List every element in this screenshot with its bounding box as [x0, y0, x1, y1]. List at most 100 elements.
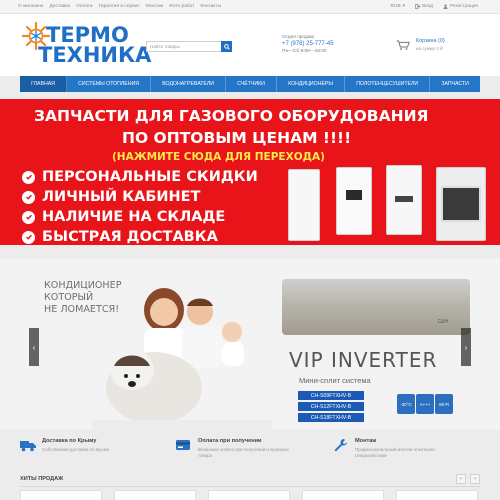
- wifi-badge: Wi-Fi: [435, 394, 453, 414]
- nav-item-water-heaters[interactable]: ВОДОНАГРЕВАТЕЛИ: [151, 76, 227, 92]
- nav-item-heating[interactable]: СИСТЕМЫ ОТОПЛЕНИЯ: [67, 76, 152, 92]
- promo-banner[interactable]: ЗАПЧАСТИ ДЛЯ ГАЗОВОГО ОБОРУДОВАНИЯ ПО ОП…: [0, 99, 500, 245]
- slider-prev-button[interactable]: ‹: [29, 328, 39, 366]
- promo-bullet: БЫСТРАЯ ДОСТАВКА: [22, 227, 258, 245]
- bestsellers-section: ХИТЫ ПРОДАЖ ‹ ›: [20, 474, 480, 500]
- card-icon: [176, 440, 190, 450]
- product-card[interactable]: [302, 490, 384, 500]
- cart-title: Корзина (0): [416, 38, 445, 44]
- water-heater-image: [336, 167, 372, 235]
- check-icon: [22, 170, 35, 184]
- family-with-dog-image: [92, 288, 272, 430]
- topbar-link-installation[interactable]: Монтаж: [146, 4, 163, 9]
- check-icon: [22, 210, 35, 224]
- hero-slider[interactable]: КОНДИЦИОНЕР КОТОРЫЙ НЕ ЛОМАЕТСЯ! C&H VIP…: [0, 258, 500, 430]
- topbar-link-photos[interactable]: Фото работ: [169, 4, 194, 9]
- phone-link[interactable]: +7 (978) 25-777-45: [282, 41, 334, 48]
- topbar-account: RUB ▾ Вход Регистрация: [391, 4, 478, 9]
- promo-cta[interactable]: (НАЖМИТЕ СЮДА ДЛЯ ПЕРЕХОДА): [112, 151, 325, 163]
- wrench-icon: [334, 439, 347, 452]
- nav-item-towel-dryers[interactable]: ПОЛОТЕНЦЕСУШИТЕЛИ: [345, 76, 431, 92]
- promo-headline-2: ПО ОПТОВЫМ ЦЕНАМ !!!!: [122, 129, 352, 147]
- energy-badge: A+++: [416, 394, 434, 414]
- check-icon: [22, 230, 35, 244]
- sales-contact: Отдел продаж: +7 (978) 25-777-45 Пн—Сб 9…: [282, 34, 334, 55]
- login-link[interactable]: Вход: [415, 4, 433, 9]
- logo[interactable]: ТЕРМО ТЕХНИКА: [20, 20, 151, 74]
- promo-bullet-label: БЫСТРАЯ ДОСТАВКА: [42, 229, 218, 245]
- feature-description: Собственная доставка по Крыму: [42, 447, 109, 453]
- topbar-links: О магазине Доставка Оплата Гарантия и се…: [18, 4, 221, 9]
- model-button[interactable]: CH-S18FTXHV-B: [298, 413, 364, 422]
- search-placeholder: Найти товары: [150, 44, 180, 49]
- bestsellers-next-button[interactable]: ›: [470, 474, 480, 484]
- search-input[interactable]: Найти товары: [146, 41, 232, 52]
- floor-boiler-image: [288, 169, 320, 241]
- register-link[interactable]: Регистрация: [443, 4, 478, 9]
- feature-title: Оплата при получении: [198, 438, 262, 444]
- feature-description: Профессиональный монтаж опытными специали…: [355, 447, 435, 459]
- search-icon: [223, 43, 230, 50]
- promo-bullet-label: НАЛИЧИЕ НА СКЛАДЕ: [42, 209, 226, 225]
- slider-headline: VIP INVERTER: [289, 348, 438, 372]
- product-card[interactable]: [396, 490, 478, 500]
- login-label: Вход: [422, 4, 433, 9]
- frost-badge: -30°C: [397, 394, 415, 414]
- currency-select[interactable]: RUB ▾: [391, 4, 406, 9]
- truck-icon: [20, 441, 36, 452]
- topbar-link-payment[interactable]: Оплата: [76, 4, 93, 9]
- cart-icon: [396, 40, 410, 50]
- feature-title: Монтаж: [355, 438, 377, 444]
- promo-bullet: НАЛИЧИЕ НА СКЛАДЕ: [22, 207, 258, 227]
- promo-bullet: ПЕРСОНАЛЬНЫЕ СКИДКИ: [22, 167, 258, 187]
- feature-title: Доставка по Крыму: [42, 438, 97, 444]
- topbar-link-warranty[interactable]: Гарантия и сервис: [99, 4, 140, 9]
- feature-description-line: Собственная доставка по Крыму: [42, 447, 109, 452]
- wall-boiler-image: [386, 165, 422, 235]
- logo-line-2: ТЕХНИКА: [38, 43, 152, 67]
- topbar-link-delivery[interactable]: Доставка: [49, 4, 70, 9]
- topbar-link-contacts[interactable]: Контакты: [200, 4, 221, 9]
- main-nav: ГЛАВНАЯ СИСТЕМЫ ОТОПЛЕНИЯ ВОДОНАГРЕВАТЕЛ…: [20, 76, 480, 92]
- bestsellers-prev-button[interactable]: ‹: [456, 474, 466, 484]
- search-button[interactable]: [221, 41, 232, 52]
- model-button[interactable]: CH-S09FTXHV-B: [298, 391, 364, 400]
- promo-bullets: ПЕРСОНАЛЬНЫЕ СКИДКИ ЛИЧНЫЙ КАБИНЕТ НАЛИЧ…: [22, 167, 258, 245]
- product-card[interactable]: [114, 490, 196, 500]
- feature-description-line: специалистами: [355, 453, 387, 458]
- model-button[interactable]: CH-S12FTXHV-B: [298, 402, 364, 411]
- header: ТЕРМО ТЕХНИКА Найти товары Отдел продаж:…: [0, 14, 500, 76]
- chevron-right-icon: ›: [464, 342, 468, 352]
- chevron-down-icon: ▾: [402, 4, 406, 9]
- promo-bullet-label: ПЕРСОНАЛЬНЫЕ СКИДКИ: [42, 169, 258, 185]
- product-card[interactable]: [208, 490, 290, 500]
- topbar-link-about[interactable]: О магазине: [18, 4, 43, 9]
- feature-description-line: товара: [198, 453, 213, 458]
- bestsellers-title: ХИТЫ ПРОДАЖ: [20, 476, 64, 482]
- feature-description: Возможна оплата при получении и проверке…: [198, 447, 289, 459]
- nav-item-meters[interactable]: СЧЁТЧИКИ: [226, 76, 277, 92]
- air-conditioner-image: C&H: [282, 279, 470, 335]
- promo-headline-1: ЗАПЧАСТИ ДЛЯ ГАЗОВОГО ОБОРУДОВАНИЯ: [34, 107, 429, 125]
- promo-bullet: ЛИЧНЫЙ КАБИНЕТ: [22, 187, 258, 207]
- nav-item-home[interactable]: ГЛАВНАЯ: [20, 76, 68, 92]
- register-label: Регистрация: [449, 4, 478, 9]
- nav-item-spare-parts[interactable]: ЗАПЧАСТИ: [430, 76, 480, 92]
- user-icon: [443, 4, 448, 9]
- login-icon: [415, 4, 421, 9]
- product-card[interactable]: [20, 490, 102, 500]
- slider-next-button[interactable]: ›: [461, 328, 471, 366]
- divider: [20, 486, 480, 487]
- working-hours: Пн—Сб 9:00—18:00: [282, 49, 327, 54]
- check-icon: [22, 190, 35, 204]
- features-strip: Доставка по Крыму Собственная доставка п…: [0, 430, 500, 468]
- chevron-left-icon: ‹: [460, 476, 462, 482]
- chevron-right-icon: ›: [474, 476, 476, 482]
- chevron-left-icon: ‹: [32, 342, 36, 352]
- slider-subtitle: Мини-сплит система: [299, 376, 371, 385]
- nav-item-air-conditioners[interactable]: КОНДИЦИОНЕРЫ: [277, 76, 346, 92]
- cart-sum: на сумму 0 ₽: [416, 46, 444, 51]
- ac-brand: C&H: [437, 319, 448, 325]
- contact-label: Отдел продаж:: [282, 35, 316, 40]
- gas-stove-image: [436, 167, 486, 241]
